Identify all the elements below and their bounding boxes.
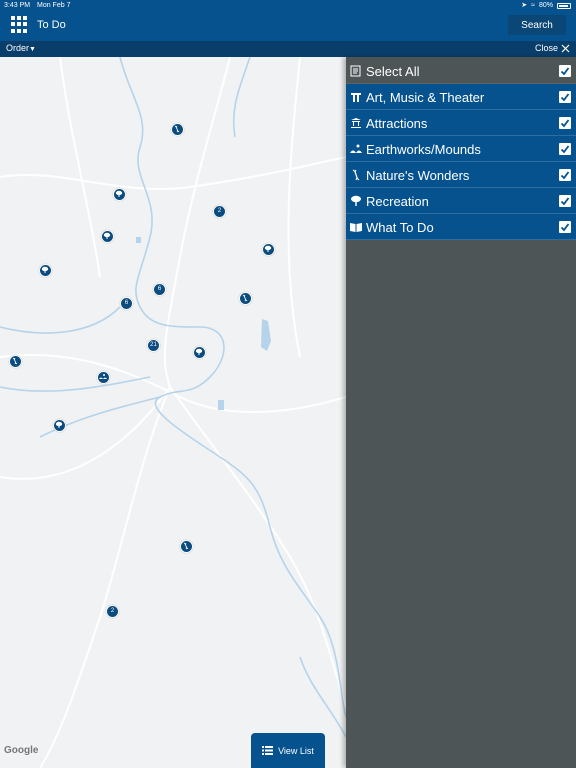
apps-grid-icon[interactable] [11,16,28,33]
map-marker-cluster[interactable]: 2 [213,205,226,218]
checkbox-recreation[interactable] [559,195,571,207]
filter-recreation[interactable]: Recreation [346,188,576,214]
tree-icon [103,232,111,239]
nature-icon [12,357,18,365]
filter-label: Earthworks/Mounds [366,142,481,157]
filter-art-music-theater[interactable]: Art, Music & Theater [346,84,576,110]
nature-icon [183,542,189,550]
map-marker-cluster[interactable]: 21 [147,339,160,352]
tree-icon [195,348,203,355]
order-dropdown[interactable]: Order▼ [6,43,36,53]
close-button[interactable]: Close [535,43,570,53]
checkbox-select-all[interactable] [559,65,571,77]
map-marker-cluster[interactable]: 6 [120,297,133,310]
close-icon [561,44,570,52]
theater-icon [351,93,361,102]
checkbox-art-music-theater[interactable] [559,91,571,103]
checkbox-attractions[interactable] [559,117,571,129]
map-marker-nature[interactable] [239,292,252,305]
map-view[interactable]: 2 6 6 21 2 Google View List [0,57,346,768]
nav-bar: To Do Search [0,11,576,41]
book-icon [350,223,362,232]
checkmark-icon [560,119,570,128]
caret-down-icon: ▼ [29,46,36,53]
map-marker-recreation[interactable] [193,346,206,359]
nature-icon [242,294,248,302]
sub-toolbar: Order▼ Close [0,41,576,57]
location-icon: ➤ [521,2,528,9]
filter-label: Nature's Wonders [366,168,470,183]
checkbox-natures-wonders[interactable] [559,169,571,181]
attractions-icon [351,118,361,128]
tree-icon [264,245,272,252]
checkbox-what-to-do[interactable] [559,221,571,233]
mounds-icon [350,144,362,153]
view-list-label: View List [278,745,314,756]
page-title: To Do [37,19,66,31]
list-icon [262,746,274,755]
tree-icon [41,266,49,273]
map-marker-recreation[interactable] [113,188,126,201]
map-marker-earthworks[interactable] [97,371,110,384]
map-marker-nature[interactable] [9,355,22,368]
search-button[interactable]: Search [508,15,566,35]
battery-icon [557,3,571,9]
map-background [0,57,346,768]
filter-attractions[interactable]: Attractions [346,110,576,136]
map-marker-recreation[interactable] [53,419,66,432]
tree-icon [55,421,63,428]
filter-label: Art, Music & Theater [366,90,485,105]
checkmark-icon [560,93,570,102]
nature-icon [174,125,180,133]
filter-what-to-do[interactable]: What To Do [346,214,576,240]
checkmark-icon [560,197,570,206]
battery-percent: 80% [538,2,553,9]
map-marker-nature[interactable] [171,123,184,136]
mounds-icon [99,374,107,379]
status-bar: 3:43 PM Mon Feb 7 ➤ ≈ 80% [0,0,576,11]
filter-label: Attractions [366,116,428,131]
filter-label: What To Do [366,220,434,235]
status-time: 3:43 PM [4,2,31,9]
checkmark-icon [560,145,570,154]
google-attribution: Google [4,745,39,756]
checkmark-icon [560,171,570,180]
filter-label: Select All [366,64,420,79]
filter-label: Recreation [366,194,429,209]
filter-natures-wonders[interactable]: Nature's Wonders [346,162,576,188]
map-marker-cluster[interactable]: 2 [106,605,119,618]
tree-icon [115,190,123,197]
map-marker-cluster[interactable]: 6 [153,283,166,296]
filter-select-all[interactable]: Select All [346,58,576,84]
nature-icon [352,169,360,181]
status-indicators: ➤ ≈ 80% [521,0,571,11]
map-marker-nature[interactable] [180,540,193,553]
order-label: Order [6,43,30,53]
wifi-icon: ≈ [531,2,535,9]
map-marker-recreation[interactable] [262,243,275,256]
status-date: Mon Feb 7 [37,2,71,9]
checkmark-icon [560,67,570,76]
filter-panel: Select All Art, Music & Theater Attracti… [346,57,576,768]
checkbox-earthworks-mounds[interactable] [559,143,571,155]
select-all-icon [350,65,361,77]
filter-earthworks-mounds[interactable]: Earthworks/Mounds [346,136,576,162]
map-marker-recreation[interactable] [101,230,114,243]
checkmark-icon [560,223,570,232]
tree-icon [351,195,361,206]
close-label: Close [534,43,558,53]
view-list-button[interactable]: View List [251,733,325,768]
map-marker-recreation[interactable] [39,264,52,277]
